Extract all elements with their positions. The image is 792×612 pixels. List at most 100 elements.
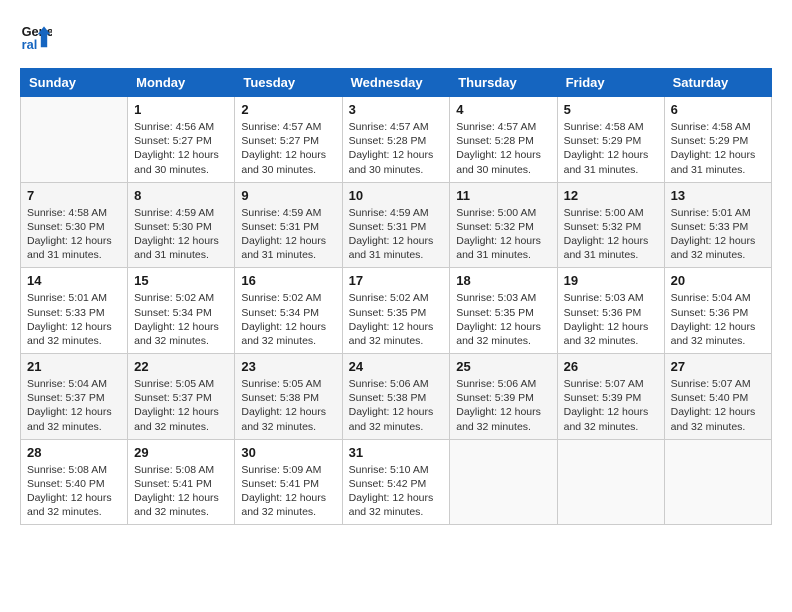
logo: Gene ral: [20, 20, 56, 52]
day-cell: 18 Sunrise: 5:03 AM Sunset: 5:35 PM Dayli…: [450, 268, 557, 354]
day-info: Sunrise: 4:57 AM Sunset: 5:27 PM Dayligh…: [241, 120, 335, 177]
day-info: Sunrise: 4:58 AM Sunset: 5:29 PM Dayligh…: [564, 120, 658, 177]
header-monday: Monday: [128, 69, 235, 97]
day-info: Sunrise: 4:57 AM Sunset: 5:28 PM Dayligh…: [349, 120, 444, 177]
day-number: 7: [27, 188, 121, 203]
day-number: 5: [564, 102, 658, 117]
day-cell: 4 Sunrise: 4:57 AM Sunset: 5:28 PM Daylig…: [450, 97, 557, 183]
day-number: 24: [349, 359, 444, 374]
header-saturday: Saturday: [664, 69, 771, 97]
day-info: Sunrise: 5:03 AM Sunset: 5:36 PM Dayligh…: [564, 291, 658, 348]
header-tuesday: Tuesday: [235, 69, 342, 97]
header-row: SundayMondayTuesdayWednesdayThursdayFrid…: [21, 69, 772, 97]
day-cell: 5 Sunrise: 4:58 AM Sunset: 5:29 PM Daylig…: [557, 97, 664, 183]
day-number: 1: [134, 102, 228, 117]
week-row-3: 14 Sunrise: 5:01 AM Sunset: 5:33 PM Dayli…: [21, 268, 772, 354]
day-cell: 20Sunrise: 5:04 AM Sunset: 5:36 PM Dayli…: [664, 268, 771, 354]
day-number: 9: [241, 188, 335, 203]
day-info: Sunrise: 5:05 AM Sunset: 5:37 PM Dayligh…: [134, 377, 228, 434]
day-cell: [450, 439, 557, 525]
day-cell: 30 Sunrise: 5:09 AM Sunset: 5:41 PM Dayli…: [235, 439, 342, 525]
day-info: Sunrise: 5:04 AM Sunset: 5:36 PM Dayligh…: [671, 291, 765, 348]
day-number: 6: [671, 102, 765, 117]
day-cell: 9 Sunrise: 4:59 AM Sunset: 5:31 PM Daylig…: [235, 182, 342, 268]
day-info: Sunrise: 4:58 AM Sunset: 5:30 PM Dayligh…: [27, 206, 121, 263]
day-number: 8: [134, 188, 228, 203]
svg-text:ral: ral: [22, 37, 38, 52]
header-sunday: Sunday: [21, 69, 128, 97]
page-header: Gene ral: [20, 20, 772, 52]
day-number: 16: [241, 273, 335, 288]
day-number: 18: [456, 273, 550, 288]
day-info: Sunrise: 5:00 AM Sunset: 5:32 PM Dayligh…: [456, 206, 550, 263]
header-friday: Friday: [557, 69, 664, 97]
day-cell: 19 Sunrise: 5:03 AM Sunset: 5:36 PM Dayli…: [557, 268, 664, 354]
day-cell: 6 Sunrise: 4:58 AM Sunset: 5:29 PM Daylig…: [664, 97, 771, 183]
day-cell: 24Sunrise: 5:06 AM Sunset: 5:38 PM Dayli…: [342, 354, 450, 440]
day-info: Sunrise: 4:56 AM Sunset: 5:27 PM Dayligh…: [134, 120, 228, 177]
day-info: Sunrise: 5:07 AM Sunset: 5:40 PM Dayligh…: [671, 377, 765, 434]
day-number: 13: [671, 188, 765, 203]
day-cell: 27 Sunrise: 5:07 AM Sunset: 5:40 PM Dayli…: [664, 354, 771, 440]
day-number: 14: [27, 273, 121, 288]
day-number: 19: [564, 273, 658, 288]
day-cell: 16 Sunrise: 5:02 AM Sunset: 5:34 PM Dayli…: [235, 268, 342, 354]
day-cell: 28Sunrise: 5:08 AM Sunset: 5:40 PM Dayli…: [21, 439, 128, 525]
day-info: Sunrise: 5:04 AM Sunset: 5:37 PM Dayligh…: [27, 377, 121, 434]
day-number: 2: [241, 102, 335, 117]
day-cell: 8Sunrise: 4:59 AM Sunset: 5:30 PM Daylig…: [128, 182, 235, 268]
day-info: Sunrise: 4:58 AM Sunset: 5:29 PM Dayligh…: [671, 120, 765, 177]
day-number: 21: [27, 359, 121, 374]
day-info: Sunrise: 5:01 AM Sunset: 5:33 PM Dayligh…: [27, 291, 121, 348]
day-cell: 31 Sunrise: 5:10 AM Sunset: 5:42 PM Dayli…: [342, 439, 450, 525]
header-wednesday: Wednesday: [342, 69, 450, 97]
day-cell: 2 Sunrise: 4:57 AM Sunset: 5:27 PM Daylig…: [235, 97, 342, 183]
day-number: 26: [564, 359, 658, 374]
day-info: Sunrise: 5:09 AM Sunset: 5:41 PM Dayligh…: [241, 463, 335, 520]
day-cell: [21, 97, 128, 183]
day-number: 17: [349, 273, 444, 288]
day-info: Sunrise: 5:07 AM Sunset: 5:39 PM Dayligh…: [564, 377, 658, 434]
day-info: Sunrise: 5:02 AM Sunset: 5:34 PM Dayligh…: [134, 291, 228, 348]
day-cell: 11 Sunrise: 5:00 AM Sunset: 5:32 PM Dayli…: [450, 182, 557, 268]
day-cell: 26 Sunrise: 5:07 AM Sunset: 5:39 PM Dayli…: [557, 354, 664, 440]
day-info: Sunrise: 5:08 AM Sunset: 5:40 PM Dayligh…: [27, 463, 121, 520]
day-number: 11: [456, 188, 550, 203]
day-cell: [557, 439, 664, 525]
day-cell: 22 Sunrise: 5:05 AM Sunset: 5:37 PM Dayli…: [128, 354, 235, 440]
header-thursday: Thursday: [450, 69, 557, 97]
day-number: 12: [564, 188, 658, 203]
day-number: 22: [134, 359, 228, 374]
day-cell: 25Sunrise: 5:06 AM Sunset: 5:39 PM Dayli…: [450, 354, 557, 440]
day-info: Sunrise: 4:59 AM Sunset: 5:31 PM Dayligh…: [241, 206, 335, 263]
day-number: 3: [349, 102, 444, 117]
day-info: Sunrise: 5:05 AM Sunset: 5:38 PM Dayligh…: [241, 377, 335, 434]
day-cell: 23 Sunrise: 5:05 AM Sunset: 5:38 PM Dayli…: [235, 354, 342, 440]
day-info: Sunrise: 5:02 AM Sunset: 5:34 PM Dayligh…: [241, 291, 335, 348]
calendar-table: SundayMondayTuesdayWednesdayThursdayFrid…: [20, 68, 772, 525]
day-info: Sunrise: 5:00 AM Sunset: 5:32 PM Dayligh…: [564, 206, 658, 263]
day-cell: 29Sunrise: 5:08 AM Sunset: 5:41 PM Dayli…: [128, 439, 235, 525]
day-number: 23: [241, 359, 335, 374]
day-number: 30: [241, 445, 335, 460]
day-info: Sunrise: 4:57 AM Sunset: 5:28 PM Dayligh…: [456, 120, 550, 177]
day-number: 31: [349, 445, 444, 460]
day-cell: 17Sunrise: 5:02 AM Sunset: 5:35 PM Dayli…: [342, 268, 450, 354]
day-number: 10: [349, 188, 444, 203]
day-cell: [664, 439, 771, 525]
day-number: 4: [456, 102, 550, 117]
day-info: Sunrise: 5:03 AM Sunset: 5:35 PM Dayligh…: [456, 291, 550, 348]
week-row-2: 7 Sunrise: 4:58 AM Sunset: 5:30 PM Daylig…: [21, 182, 772, 268]
day-info: Sunrise: 5:01 AM Sunset: 5:33 PM Dayligh…: [671, 206, 765, 263]
week-row-1: 1 Sunrise: 4:56 AM Sunset: 5:27 PM Daylig…: [21, 97, 772, 183]
day-cell: 14 Sunrise: 5:01 AM Sunset: 5:33 PM Dayli…: [21, 268, 128, 354]
day-cell: 7 Sunrise: 4:58 AM Sunset: 5:30 PM Daylig…: [21, 182, 128, 268]
logo-icon: Gene ral: [20, 20, 52, 52]
day-cell: 10Sunrise: 4:59 AM Sunset: 5:31 PM Dayli…: [342, 182, 450, 268]
day-info: Sunrise: 5:10 AM Sunset: 5:42 PM Dayligh…: [349, 463, 444, 520]
day-cell: 13 Sunrise: 5:01 AM Sunset: 5:33 PM Dayli…: [664, 182, 771, 268]
day-number: 27: [671, 359, 765, 374]
day-number: 29: [134, 445, 228, 460]
day-number: 15: [134, 273, 228, 288]
week-row-4: 21 Sunrise: 5:04 AM Sunset: 5:37 PM Dayli…: [21, 354, 772, 440]
